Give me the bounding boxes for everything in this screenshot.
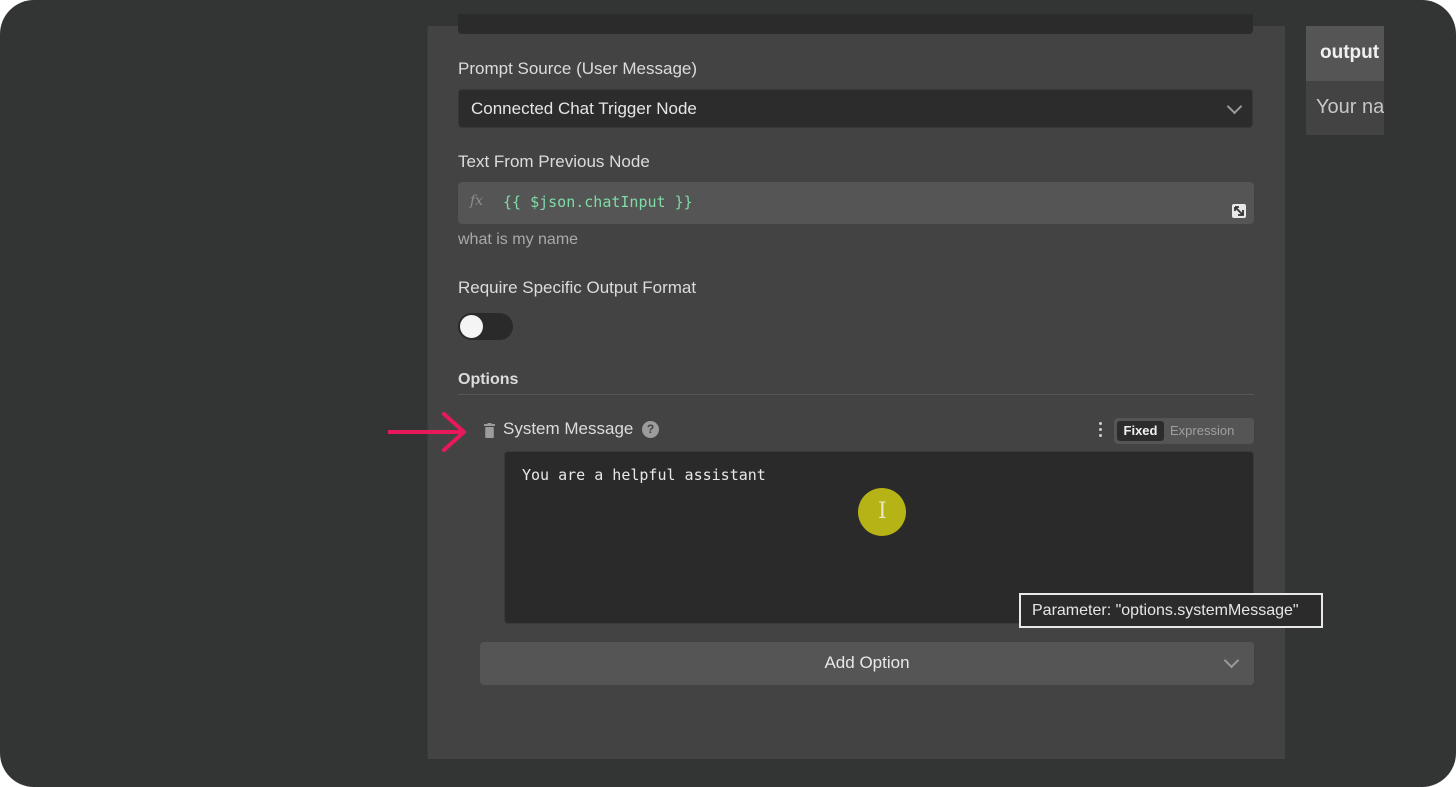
prompt-source-select[interactable]: Connected Chat Trigger Node — [458, 89, 1253, 128]
fixed-expression-toggle: Fixed Expression — [1114, 418, 1254, 444]
output-panel: output Your na — [1306, 26, 1384, 135]
chevron-down-icon — [1226, 98, 1243, 115]
options-heading: Options — [458, 371, 519, 388]
output-title: output — [1320, 42, 1380, 63]
text-cursor-icon: I — [878, 499, 887, 524]
text-from-previous-field[interactable]: fx {{ $json.chatInput }} — [458, 182, 1254, 224]
prompt-source-label: Prompt Source (User Message) — [458, 59, 698, 78]
mode-fixed-button[interactable]: Fixed — [1117, 421, 1164, 441]
annotation-arrow — [388, 412, 466, 452]
mouse-cursor-highlight: I — [858, 488, 906, 536]
options-divider — [458, 394, 1254, 395]
require-output-format-label: Require Specific Output Format — [458, 278, 697, 297]
previous-field[interactable] — [458, 14, 1253, 34]
kebab-icon[interactable] — [1097, 422, 1103, 440]
prompt-source-value: Connected Chat Trigger Node — [471, 99, 697, 118]
system-message-value: You are a helpful assistant — [522, 466, 766, 484]
add-option-button[interactable]: Add Option — [480, 642, 1254, 685]
expression-preview: what is my name — [458, 231, 579, 248]
toggle-knob — [460, 315, 483, 338]
fx-icon: fx — [470, 193, 484, 209]
output-preview: Your na — [1316, 96, 1384, 118]
parameter-tooltip: Parameter: "options.systemMessage" — [1019, 593, 1323, 628]
system-message-label: System Message — [503, 419, 634, 438]
expand-icon[interactable] — [1232, 204, 1246, 218]
add-option-label: Add Option — [824, 653, 910, 672]
output-header: output — [1306, 26, 1384, 81]
mode-expression-button[interactable]: Expression — [1170, 421, 1234, 441]
text-from-previous-label: Text From Previous Node — [458, 152, 650, 171]
help-icon[interactable]: ? — [642, 421, 659, 438]
require-output-format-toggle[interactable] — [458, 313, 513, 340]
expression-text: {{ $json.chatInput }} — [503, 193, 693, 211]
trash-icon[interactable] — [484, 423, 495, 438]
app-window: Prompt Source (User Message) Connected C… — [0, 0, 1456, 787]
